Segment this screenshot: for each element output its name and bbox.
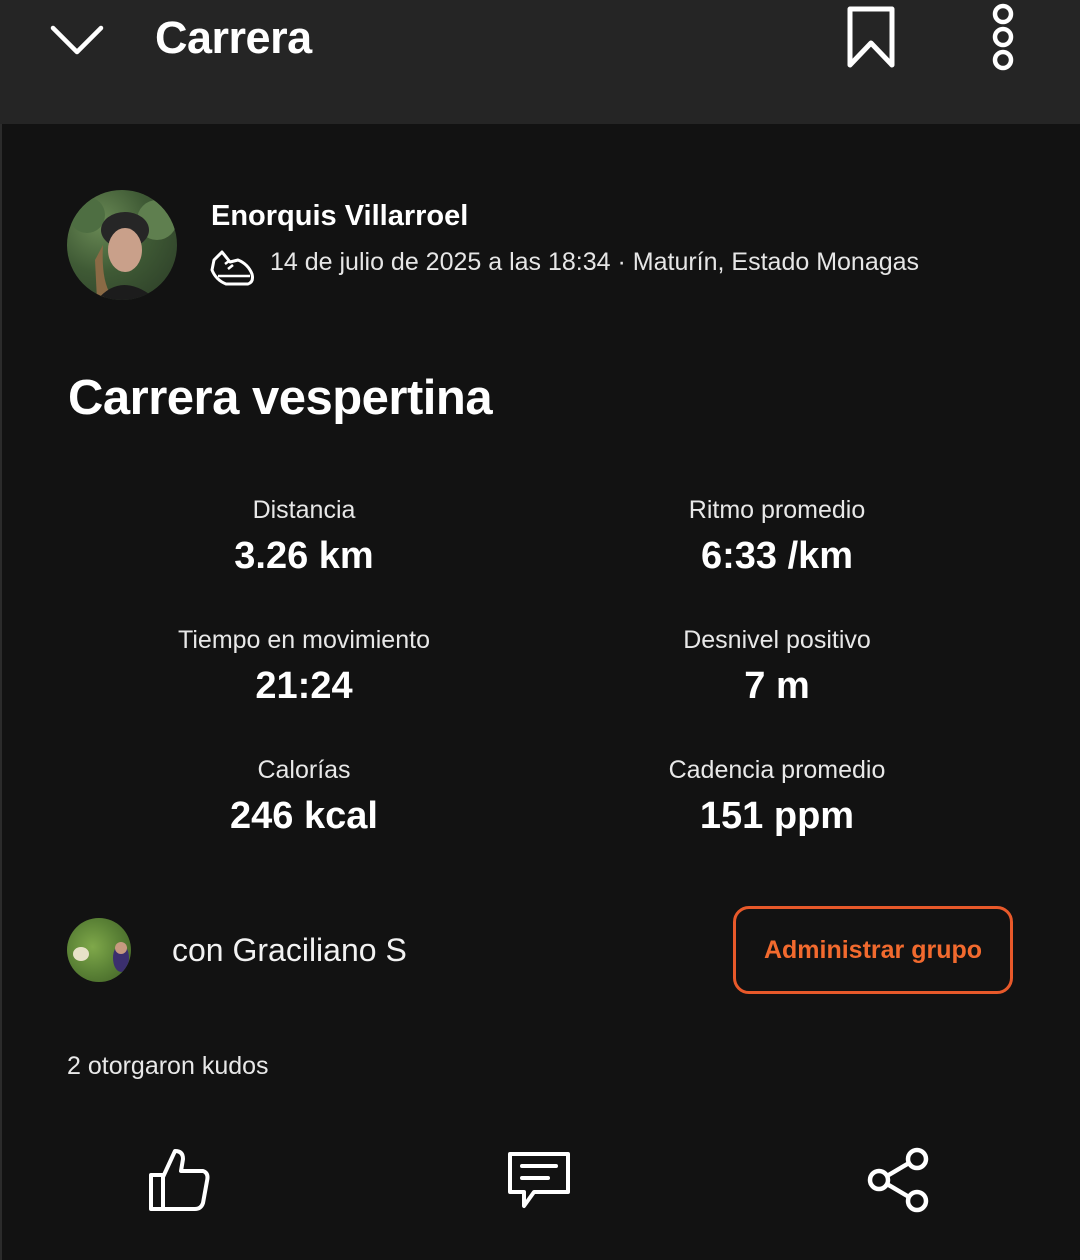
stat-label: Ritmo promedio <box>688 496 866 524</box>
chevron-down-icon <box>50 25 104 55</box>
bookmark-icon <box>847 6 895 68</box>
athlete-name[interactable]: Enorquis Villarroel <box>211 200 468 233</box>
comment-button[interactable] <box>499 1140 579 1220</box>
stat-label: Desnivel positivo <box>683 626 871 654</box>
bookmark-button[interactable] <box>838 0 904 74</box>
page-title: Carrera <box>155 12 312 63</box>
kudos-button[interactable] <box>140 1140 220 1220</box>
avatar-photo <box>69 197 177 300</box>
share-icon <box>867 1147 929 1213</box>
thumbs-up-icon <box>149 1149 210 1211</box>
group-member-avatar[interactable] <box>67 918 131 982</box>
stat-moving-time: Tiempo en movimiento 21:24 <box>64 626 544 708</box>
share-button[interactable] <box>858 1140 938 1220</box>
more-vertical-icon <box>992 3 1014 71</box>
comment-icon <box>508 1152 570 1208</box>
stat-value: 3.26 km <box>234 535 374 577</box>
stat-value: 21:24 <box>255 665 353 707</box>
kudos-count[interactable]: 2 otorgaron kudos <box>67 1052 269 1081</box>
stat-average-cadence: Cadencia promedio 151 ppm <box>537 756 1017 838</box>
stat-value: 246 kcal <box>230 795 378 837</box>
group-avatar-photo <box>73 942 129 972</box>
group-members-text[interactable]: con Graciliano S <box>172 932 407 969</box>
more-options-button[interactable] <box>978 0 1028 74</box>
stat-label: Tiempo en movimiento <box>178 626 430 654</box>
stat-average-pace: Ritmo promedio 6:33 /km <box>537 496 1017 578</box>
running-shoe-icon <box>208 244 256 292</box>
stat-label: Cadencia promedio <box>668 756 886 784</box>
stat-label: Distancia <box>252 496 356 524</box>
activity-meta: 14 de julio de 2025 a las 18:34 · Maturí… <box>270 248 920 276</box>
athlete-avatar[interactable] <box>67 190 177 300</box>
back-button[interactable] <box>44 10 110 70</box>
stat-calories: Calorías 246 kcal <box>64 756 544 838</box>
stat-value: 7 m <box>744 665 810 707</box>
stat-value: 151 ppm <box>699 795 855 837</box>
activity-title: Carrera vespertina <box>68 371 493 425</box>
stat-distance: Distancia 3.26 km <box>64 496 544 578</box>
stat-value: 6:33 /km <box>700 535 854 577</box>
stat-label: Calorías <box>257 756 351 784</box>
manage-group-button[interactable]: Administrar grupo <box>733 906 1013 994</box>
stat-elevation-gain: Desnivel positivo 7 m <box>537 626 1017 708</box>
top-bar: Carrera <box>0 0 1080 124</box>
